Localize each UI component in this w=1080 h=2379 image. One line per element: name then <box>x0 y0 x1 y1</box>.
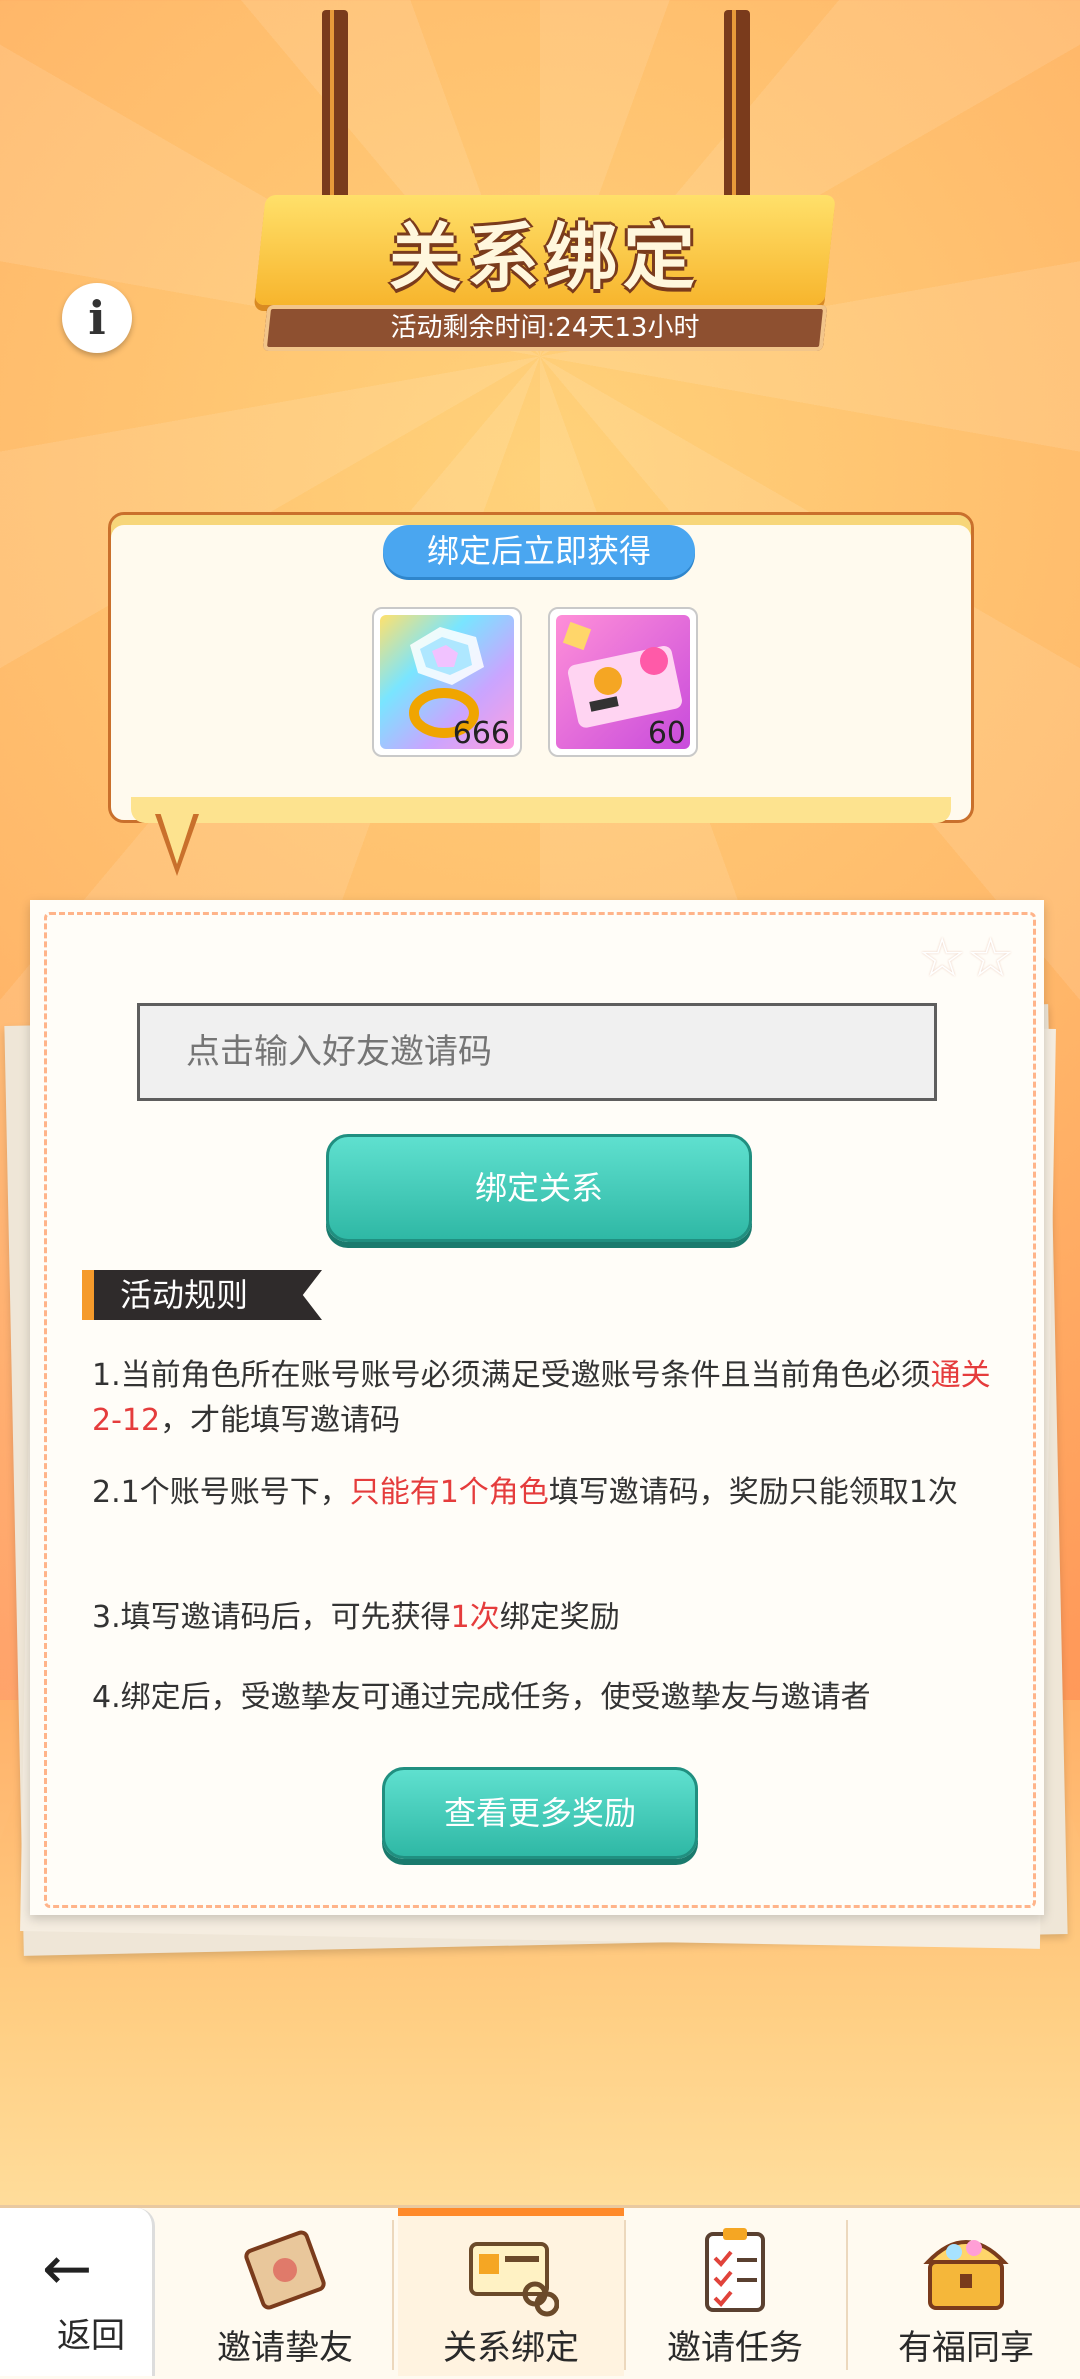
rule-2: 2.1个账号账号下，只能有1个角色填写邀请码，奖励只能领取1次 <box>92 1475 958 1510</box>
treasure-chest-icon <box>918 2222 1014 2318</box>
tab-label: 有福同享 <box>898 2328 1034 2368</box>
tab-invite-tasks[interactable]: 邀请任务 <box>626 2212 844 2376</box>
page-title: 关系绑定 <box>388 215 701 299</box>
tab-label: 邀请任务 <box>667 2328 803 2368</box>
tab-label: 关系绑定 <box>443 2328 579 2368</box>
bind-relationship-button[interactable]: 绑定关系 <box>326 1134 752 1242</box>
info-button[interactable]: i <box>62 283 132 353</box>
back-button[interactable]: ← 返回 <box>0 2208 155 2376</box>
tab-relationship-binding[interactable]: 关系绑定 <box>398 2208 624 2376</box>
rules-title: 活动规则 <box>120 1276 249 1314</box>
rule-4: 4.绑定后，受邀挚友可通过完成任务，使受邀挚友与邀请者 <box>92 1680 871 1715</box>
rule-3: 3.填写邀请码后，可先获得1次绑定奖励 <box>92 1600 620 1635</box>
rule-1: 1.当前角色所在账号账号必须满足受邀账号条件且当前角色必须通关2-12，才能填写… <box>92 1358 991 1438</box>
reward-item-gem[interactable]: 666 <box>372 607 522 757</box>
invitation-letter-icon <box>237 2222 333 2318</box>
event-timer: 活动剩余时间:24天13小时 <box>390 313 700 343</box>
tab-label: 邀请挚友 <box>217 2328 353 2368</box>
tab-invite-friends[interactable]: 邀请挚友 <box>180 2212 390 2376</box>
nav-separator <box>846 2220 848 2370</box>
nav-separator <box>392 2220 394 2370</box>
reward-qty: 60 <box>647 716 686 751</box>
reward-qty: 666 <box>452 716 510 751</box>
reward-item-ticket[interactable]: 60 <box>548 607 698 757</box>
id-card-link-icon <box>463 2222 560 2318</box>
rules-tag-accent <box>82 1270 94 1320</box>
invite-code-input[interactable] <box>137 1003 937 1101</box>
reward-heading: 绑定后立即获得 <box>383 525 695 577</box>
back-arrow-icon: ← <box>42 2234 93 2304</box>
tab-share-blessings[interactable]: 有福同享 <box>852 2212 1080 2376</box>
back-label: 返回 <box>57 2316 125 2356</box>
bubble-tail-inner <box>160 812 194 864</box>
clipboard-checklist-icon <box>687 2222 783 2318</box>
info-icon: i <box>88 291 106 345</box>
star-decoration-icon: ☆☆ <box>918 926 1015 989</box>
view-more-rewards-button[interactable]: 查看更多奖励 <box>382 1767 698 1859</box>
